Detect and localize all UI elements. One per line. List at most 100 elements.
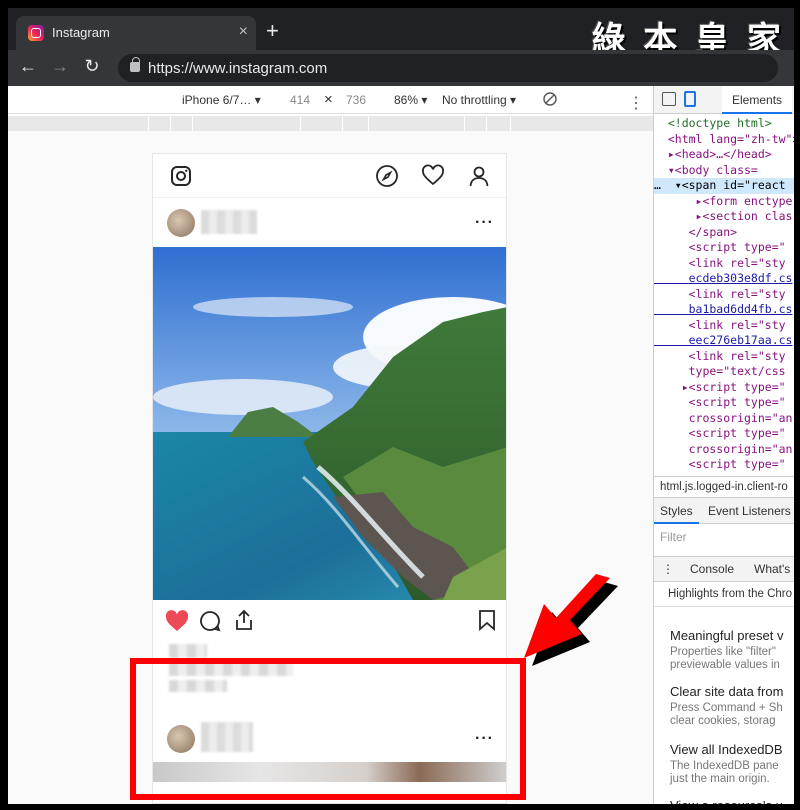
next-post-photo[interactable] (153, 762, 506, 782)
dimension-separator: × (324, 91, 333, 108)
share-icon[interactable] (233, 608, 255, 632)
new-tab-button[interactable]: + (266, 20, 279, 42)
dom-node-line[interactable]: <!doctype html> (654, 116, 794, 132)
device-toggle-icon[interactable] (684, 91, 696, 107)
viewport-height-input[interactable]: 736 (346, 93, 366, 107)
whats-new-item-title: View a resource's u (670, 798, 794, 804)
rotate-icon[interactable] (542, 91, 558, 110)
avatar[interactable] (167, 209, 195, 237)
profile-icon[interactable] (467, 164, 491, 188)
dom-node-line[interactable]: ecdeb303e8df.cs (654, 271, 794, 287)
dom-node-line[interactable]: type="text/css (654, 364, 794, 380)
dom-node-line[interactable]: <script type=" (654, 457, 794, 473)
tab-close-icon[interactable]: × (239, 23, 248, 41)
dom-node-line[interactable]: <link rel="sty (654, 349, 794, 365)
more-options-icon[interactable]: ··· (475, 214, 494, 232)
dom-node-line[interactable]: crossorigin="an (654, 411, 794, 427)
whats-new-item-title: View all IndexedDB (670, 742, 783, 757)
device-toolbar-more-icon[interactable]: ⋮ (628, 93, 644, 113)
dom-node-line[interactable]: <script type=" (654, 395, 794, 411)
more-options-icon[interactable]: ··· (475, 730, 494, 748)
drawer-tabbar: ⋮ Console What's (654, 556, 794, 582)
dom-node-line[interactable]: <script type=" (654, 240, 794, 256)
tab-title: Instagram (52, 25, 110, 40)
dom-node-line[interactable]: <html lang="zh-tw"> (654, 132, 794, 148)
viewport-width-input[interactable]: 414 (290, 93, 310, 107)
whats-new-item[interactable]: Meaningful preset v Properties like "filt… (670, 628, 794, 672)
like-heart-icon[interactable] (165, 610, 189, 632)
dom-node-line[interactable]: ▸<script type=" (654, 380, 794, 396)
styles-tabbar: Styles Event Listeners (654, 498, 794, 524)
instagram-favicon-icon (28, 25, 44, 41)
dom-node-line[interactable]: ba1bad6dd4fb.cs (654, 302, 794, 318)
inspect-element-icon[interactable] (662, 92, 676, 106)
comment-icon[interactable] (199, 610, 221, 632)
device-toolbar: iPhone 6/7… ▾ 414 × 736 86% ▾ No throttl… (8, 86, 653, 114)
throttling-select[interactable]: No throttling ▾ (442, 93, 516, 107)
whats-new-item-body: previewable values in (670, 659, 780, 671)
zoom-select[interactable]: 86% ▾ (394, 93, 427, 107)
instagram-navbar (153, 154, 506, 198)
forward-arrow-icon[interactable]: → (48, 56, 72, 77)
whats-new-item[interactable]: View all IndexedDB The IndexedDB pane just… (670, 742, 794, 786)
whats-new-heading: Highlights from the Chro (654, 583, 794, 607)
tab-styles[interactable]: Styles (654, 498, 699, 524)
back-arrow-icon[interactable]: ← (16, 56, 40, 77)
dom-node-line[interactable]: </span> (654, 225, 794, 241)
whats-new-item-body: The IndexedDB pane (670, 760, 779, 772)
dom-tree[interactable]: <!doctype html> <html lang="zh-tw"> ▸<he… (654, 116, 794, 476)
whats-new-item-body: clear cookies, storag (670, 715, 776, 727)
browser-toolbar: ← → ↻ https://www.instagram.com (8, 50, 794, 86)
dom-node-line[interactable]: ▸<form enctype (654, 194, 794, 210)
lock-icon (130, 57, 140, 72)
dom-breadcrumb[interactable]: html.js.logged-in.client-ro (654, 476, 794, 498)
tab-whats-new[interactable]: What's (754, 562, 790, 576)
whats-new-item-body: Press Command + Sh (670, 702, 783, 714)
whats-new-item-body: just the main origin. (670, 773, 770, 785)
post-header: ··· (153, 716, 506, 764)
tab-console[interactable]: Console (690, 562, 734, 576)
dom-node-line[interactable]: eec276eb17aa.cs (654, 333, 794, 349)
blurred-caption (169, 662, 293, 676)
devtools-panel: Elements <!doctype html> <html lang="zh-… (653, 86, 794, 804)
whats-new-item[interactable]: Clear site data from Press Command + Sh cl… (670, 684, 794, 728)
blurred-comments (169, 680, 227, 692)
dom-node-line[interactable]: ▾<body class= (654, 163, 794, 179)
whats-new-item-title: Clear site data from (670, 684, 784, 699)
bookmark-icon[interactable] (478, 609, 496, 631)
tab-instagram[interactable]: Instagram × (16, 16, 256, 50)
activity-heart-icon[interactable] (421, 164, 445, 188)
dom-node-line[interactable]: ▸<section clas (654, 209, 794, 225)
dom-node-line[interactable]: <link rel="sty (654, 256, 794, 272)
blurred-username[interactable] (201, 722, 253, 752)
whats-new-item-title: Meaningful preset v (670, 628, 784, 643)
dom-node-line[interactable]: ▸<head>…</head> (654, 147, 794, 163)
styles-filter-input[interactable]: Filter (660, 530, 687, 544)
avatar[interactable] (167, 725, 195, 753)
tab-strip: Instagram × + 綠 本 皇 家 (8, 8, 794, 60)
whats-new-item-body: Properties like "filter" (670, 646, 776, 658)
whats-new-item[interactable]: View a resource's u (670, 798, 794, 804)
tab-elements[interactable]: Elements (722, 86, 793, 114)
device-select[interactable]: iPhone 6/7… ▾ (182, 93, 261, 107)
url-text: https://www.instagram.com (148, 60, 328, 77)
address-bar[interactable]: https://www.instagram.com (118, 54, 778, 82)
post-header: ··· (153, 200, 506, 248)
explore-compass-icon[interactable] (375, 164, 399, 188)
mobile-viewport: ··· ··· (152, 153, 507, 804)
tab-event-listeners[interactable]: Event Listeners (702, 498, 794, 518)
dom-node-line[interactable]: … ▾<span id="react (654, 178, 794, 194)
dom-node-line[interactable]: <link rel="sty (654, 287, 794, 303)
dom-node-line[interactable]: <link rel="sty (654, 318, 794, 334)
dom-node-line[interactable]: <script type=" (654, 426, 794, 442)
post-photo[interactable] (153, 247, 507, 600)
dom-node-line[interactable]: crossorigin="an (654, 442, 794, 458)
instagram-camera-icon[interactable] (169, 164, 193, 188)
media-query-ruler (8, 116, 653, 131)
blurred-likes-count (169, 644, 207, 658)
blurred-username[interactable] (201, 210, 257, 234)
devtools-tabbar: Elements (654, 86, 794, 114)
browser-window: Instagram × + 綠 本 皇 家 ← → ↻ https://www.… (8, 8, 794, 804)
drawer-menu-icon[interactable]: ⋮ (662, 562, 674, 576)
reload-icon[interactable]: ↻ (80, 56, 104, 77)
